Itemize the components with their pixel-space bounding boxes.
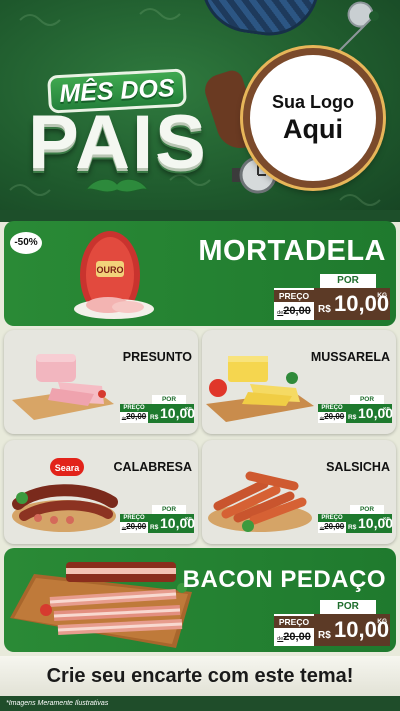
calabresa-brand-label: Seara <box>55 463 81 473</box>
price-unit: KG <box>383 516 390 521</box>
mussarela-image <box>206 356 314 422</box>
logo-text-line2: Aqui <box>283 114 343 144</box>
cta-banner[interactable]: Crie seu encarte com este tema! <box>0 656 400 696</box>
product-name: PRESUNTO <box>122 350 192 364</box>
price-unit: KG <box>383 406 390 411</box>
old-price: de20,00 <box>277 631 311 643</box>
flyer-poster: MÊS DOS PAIS Sua Logo Aqui -50% OURO MOR… <box>0 0 400 711</box>
por-label: POR <box>320 600 376 614</box>
disclaimer-text: *Imagens Meramente Ilustrativas <box>6 700 109 707</box>
presunto-image <box>12 354 114 420</box>
currency-symbol: R$ <box>150 414 159 421</box>
product-name: SALSICHA <box>326 460 390 474</box>
currency-symbol: R$ <box>348 524 357 531</box>
mortadela-image: OURO <box>74 231 154 319</box>
price-unit: KG <box>185 516 192 521</box>
price-tag: POR PREÇO de20,00 R$ 10,00 KG <box>120 395 195 423</box>
old-price: de20,00 <box>121 412 147 421</box>
currency-symbol: R$ <box>318 304 331 315</box>
old-price: de20,00 <box>319 522 345 531</box>
title-block: MÊS DOS PAIS <box>4 42 226 207</box>
currency-symbol: R$ <box>150 524 159 531</box>
price-tag: POR PREÇO de20,00 R$ 10,00 KG <box>318 505 393 533</box>
product-card-presunto: PRESUNTO POR PREÇO de20,00 R$ 10,00 KG <box>4 330 198 434</box>
product-name: MORTADELA <box>198 235 386 267</box>
preco-label: PREÇO <box>318 404 346 412</box>
por-label: POR <box>350 505 384 514</box>
wrench-icon <box>337 1 379 53</box>
product-name: BACON PEDAÇO <box>182 566 386 593</box>
calabresa-image: Seara <box>12 458 118 532</box>
por-label: POR <box>152 395 186 404</box>
discount-badge: -50% <box>10 232 42 254</box>
product-card-mortadela: -50% OURO MORTADELA POR PREÇO de20,00 R$… <box>4 221 396 326</box>
preco-label: PREÇO <box>274 616 314 628</box>
mortadela-brand-label: OURO <box>97 265 124 275</box>
product-card-salsicha: SALSICHA POR PREÇO de20,00 R$ 10,00 KG <box>202 440 396 544</box>
preco-label: PREÇO <box>120 404 148 412</box>
por-label: POR <box>320 274 376 288</box>
price-unit: KG <box>377 618 387 625</box>
bacon-image <box>10 562 192 648</box>
currency-symbol: R$ <box>318 630 331 641</box>
price-tag: POR PREÇO de20,00 R$ 10,00 KG <box>274 274 390 320</box>
old-price: de20,00 <box>121 522 147 531</box>
price-tag: POR PREÇO de20,00 R$ 10,00 KG <box>120 505 195 533</box>
preco-label: PREÇO <box>274 290 314 302</box>
por-label: POR <box>350 395 384 404</box>
old-price: de20,00 <box>277 305 311 317</box>
product-card-calabresa: Seara CALABRESA POR PREÇO de20,00 R$ 10,… <box>4 440 198 544</box>
mustache-icon <box>84 178 150 193</box>
price-unit: KG <box>185 406 192 411</box>
product-card-bacon: BACON PEDAÇO POR PREÇO de20,00 R$ 10,00 … <box>4 548 396 652</box>
por-label: POR <box>152 505 186 514</box>
price-unit: KG <box>377 292 387 299</box>
logo-placeholder: Sua Logo Aqui <box>243 48 383 188</box>
price-tag: POR PREÇO de20,00 R$ 10,00 KG <box>318 395 393 423</box>
currency-symbol: R$ <box>348 414 357 421</box>
product-card-mussarela: MUSSARELA POR PREÇO de20,00 R$ 10,00 KG <box>202 330 396 434</box>
header: MÊS DOS PAIS Sua Logo Aqui <box>0 0 400 215</box>
product-name: MUSSARELA <box>310 350 390 364</box>
product-name: CALABRESA <box>113 460 192 474</box>
preco-label: PREÇO <box>120 514 148 522</box>
logo-text-line1: Sua Logo <box>272 92 354 112</box>
preco-label: PREÇO <box>318 514 346 522</box>
price-tag: POR PREÇO de20,00 R$ 10,00 KG <box>274 600 390 646</box>
old-price: de20,00 <box>319 412 345 421</box>
title-pais: PAIS <box>28 100 208 185</box>
salsicha-image <box>208 471 312 532</box>
